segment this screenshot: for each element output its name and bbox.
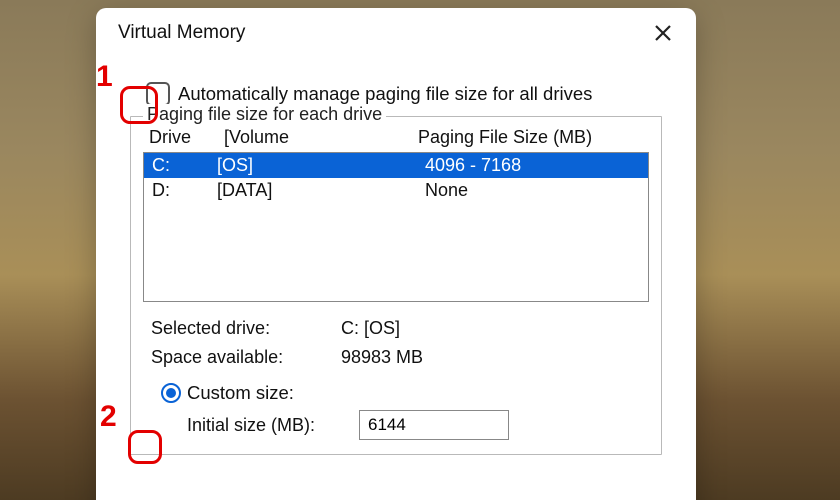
header-drive: Drive (149, 127, 224, 148)
header-paging-file-size: Paging File Size (MB) (418, 127, 643, 148)
selected-drive-label: Selected drive: (151, 318, 341, 339)
group-legend: Paging file size for each drive (143, 104, 386, 125)
drive-volume: [DATA] (217, 180, 415, 201)
drive-list[interactable]: C: [OS] 4096 - 7168 D: [DATA] None (143, 152, 649, 302)
auto-manage-checkbox[interactable] (146, 82, 170, 106)
initial-size-label: Initial size (MB): (187, 415, 343, 436)
space-available-label: Space available: (151, 347, 341, 368)
drive-letter: D: (152, 180, 217, 201)
drive-pfs: 4096 - 7168 (415, 155, 640, 176)
paging-file-group: Paging file size for each drive Drive [V… (130, 116, 662, 455)
space-available-value: 98983 MB (341, 347, 423, 368)
header-volume: [Volume (224, 127, 418, 148)
drive-row[interactable]: D: [DATA] None (144, 178, 648, 203)
initial-size-input[interactable] (359, 410, 509, 440)
drive-letter: C: (152, 155, 217, 176)
dialog-title: Virtual Memory (118, 22, 245, 44)
close-icon (655, 25, 671, 41)
virtual-memory-dialog: Virtual Memory Automatically manage pagi… (96, 8, 696, 500)
custom-size-label: Custom size: (187, 382, 294, 404)
drive-list-headers: Drive [Volume Paging File Size (MB) (143, 127, 649, 152)
titlebar: Virtual Memory (96, 8, 696, 52)
custom-size-radio[interactable] (161, 383, 181, 403)
drive-volume: [OS] (217, 155, 415, 176)
drive-pfs: None (415, 180, 640, 201)
selected-drive-value: C: [OS] (341, 318, 400, 339)
drive-row[interactable]: C: [OS] 4096 - 7168 (144, 153, 648, 178)
auto-manage-label: Automatically manage paging file size fo… (178, 83, 592, 105)
close-button[interactable] (652, 22, 674, 44)
